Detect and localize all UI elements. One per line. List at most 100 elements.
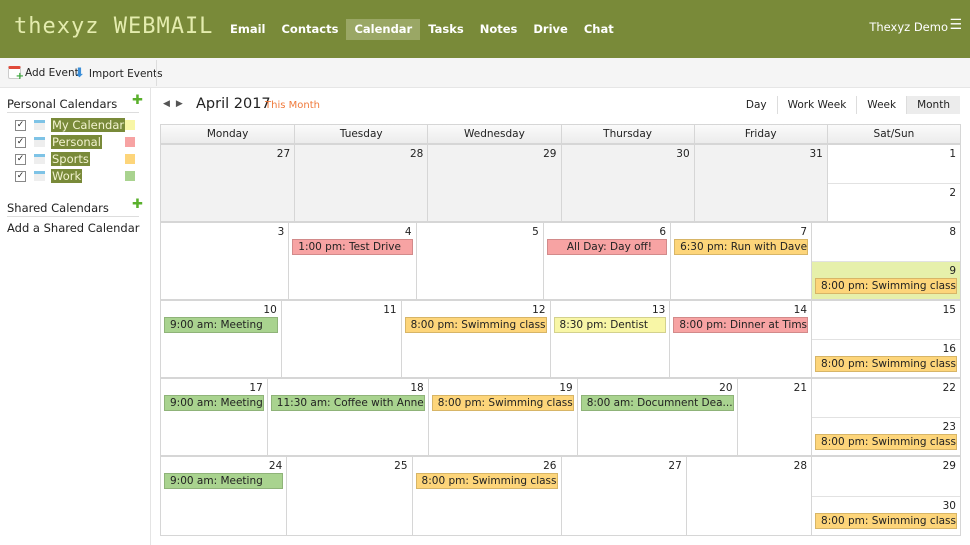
event[interactable]: 11:30 am: Coffee with Anne <box>270 395 425 411</box>
view-week[interactable]: Week <box>856 96 906 114</box>
day-cell[interactable]: 11 <box>280 301 401 377</box>
day-number: 16 <box>942 342 956 355</box>
day-cell[interactable]: 27 <box>161 145 295 221</box>
day-cell[interactable]: 23 8:00 pm: Swimming class <box>812 418 960 456</box>
calendar-label[interactable]: Sports <box>51 152 90 166</box>
day-number: 2 <box>949 186 956 199</box>
day-cell[interactable]: 8 <box>812 223 960 262</box>
event[interactable]: 8:00 am: Documnent Dea... <box>580 395 734 411</box>
day-cell[interactable]: 22 <box>812 379 960 418</box>
event[interactable]: 8:30 pm: Dentist <box>553 317 667 333</box>
day-cell[interactable]: 1 <box>827 145 960 184</box>
view-day[interactable]: Day <box>736 96 777 114</box>
event[interactable]: 8:00 pm: Dinner at Tims <box>673 317 809 333</box>
day-number: 7 <box>800 226 808 238</box>
event[interactable]: 8:00 pm: Swimming class <box>815 433 957 450</box>
day-number: 18 <box>410 382 424 394</box>
day-cell[interactable]: 25 <box>286 457 411 535</box>
day-cell[interactable]: 10 9:00 am: Meeting <box>161 301 281 377</box>
day-cell[interactable]: 29 <box>427 145 561 221</box>
event[interactable]: 8:00 pm: Swimming class <box>815 277 957 294</box>
nav-notes[interactable]: Notes <box>472 19 526 40</box>
calendar-icon <box>34 171 45 181</box>
import-events-button[interactable]: ⬇ Import Events <box>74 66 163 81</box>
day-cell[interactable]: 3 <box>161 223 288 299</box>
day-cell[interactable]: 14 8:00 pm: Dinner at Tims <box>669 301 811 377</box>
checkbox[interactable]: ✓ <box>15 153 26 165</box>
day-cell[interactable]: 21 <box>736 379 812 455</box>
calendar-item[interactable]: ✓ Personal <box>15 134 135 150</box>
user-name[interactable]: Thexyz Demo <box>869 20 948 34</box>
calendar-label[interactable]: My Calendar <box>51 118 126 132</box>
day-cell[interactable]: 31 <box>693 145 827 221</box>
this-month-link[interactable]: This Month <box>265 100 320 111</box>
nav-chat[interactable]: Chat <box>576 19 622 40</box>
calendar-item[interactable]: ✓ Sports <box>15 151 135 167</box>
event[interactable]: 1:00 pm: Test Drive <box>292 239 413 255</box>
add-shared-calendar-link[interactable]: Add a Shared Calendar <box>7 221 139 235</box>
add-calendar-plus-icon[interactable]: ✚ <box>132 93 143 108</box>
day-number: 3 <box>277 226 285 238</box>
logo[interactable]: thexyz WEBMAIL <box>14 14 213 39</box>
day-cell[interactable]: 28 <box>685 457 811 535</box>
day-cell[interactable]: 24 9:00 am: Meeting <box>161 457 286 535</box>
prev-month-icon[interactable]: ◀ <box>163 99 176 109</box>
checkbox[interactable]: ✓ <box>15 119 26 131</box>
checkbox[interactable]: ✓ <box>15 170 26 182</box>
color-swatch[interactable] <box>125 120 135 130</box>
day-cell[interactable]: 27 <box>560 457 686 535</box>
event[interactable]: 8:00 pm: Swimming class <box>431 395 574 411</box>
nav-tasks[interactable]: Tasks <box>420 19 471 40</box>
day-cell[interactable]: 16 8:00 pm: Swimming class <box>812 340 960 378</box>
event[interactable]: 9:00 am: Meeting <box>164 317 278 333</box>
day-cell[interactable]: 28 <box>294 145 428 221</box>
day-cell[interactable]: 15 <box>812 301 960 340</box>
day-cell[interactable]: 18 11:30 am: Coffee with Anne <box>266 379 428 455</box>
calendar-item[interactable]: ✓ My Calendar <box>15 117 135 133</box>
color-swatch[interactable] <box>125 154 135 164</box>
add-shared-plus-icon[interactable]: ✚ <box>132 197 143 212</box>
day-cell[interactable]: 20 8:00 am: Documnent Dea... <box>576 379 737 455</box>
event[interactable]: 9:00 am: Meeting <box>164 473 284 489</box>
nav-email[interactable]: Email <box>222 19 273 40</box>
event[interactable]: All Day: Day off! <box>546 239 668 255</box>
event[interactable]: 8:00 pm: Swimming class <box>404 317 547 333</box>
day-cell[interactable]: 2 <box>828 184 960 222</box>
next-month-icon[interactable]: ▶ <box>176 99 189 109</box>
day-cell[interactable]: 26 8:00 pm: Swimming class <box>411 457 561 535</box>
day-cell[interactable]: 7 6:30 pm: Run with Dave <box>670 223 811 299</box>
calendar-label[interactable]: Personal <box>51 135 102 149</box>
nav-arrows: ◀▶ <box>163 99 189 109</box>
event[interactable]: 8:00 pm: Swimming class <box>415 473 558 489</box>
add-event-button[interactable]: + Add Event <box>8 66 79 82</box>
color-swatch[interactable] <box>125 171 135 181</box>
calendar-item[interactable]: ✓ Work <box>15 168 135 184</box>
event[interactable]: 8:00 pm: Swimming class <box>815 512 957 529</box>
day-cell[interactable]: 30 8:00 pm: Swimming class <box>812 497 960 536</box>
week-row: 3 4 1:00 pm: Test Drive 5 6 All Day: Day off!… <box>161 223 960 301</box>
day-cell[interactable]: 13 8:30 pm: Dentist <box>549 301 670 377</box>
day-number: 9 <box>949 264 956 277</box>
day-cell[interactable]: 6 All Day: Day off! <box>542 223 670 299</box>
day-cell[interactable]: 29 <box>812 457 960 497</box>
checkbox[interactable]: ✓ <box>15 136 26 148</box>
event[interactable]: 8:00 pm: Swimming class <box>815 355 957 372</box>
nav-contacts[interactable]: Contacts <box>273 19 346 40</box>
event[interactable]: 6:30 pm: Run with Dave <box>674 239 809 255</box>
nav-drive[interactable]: Drive <box>525 19 575 40</box>
day-number: 8 <box>949 226 956 238</box>
day-cell[interactable]: 19 8:00 pm: Swimming class <box>427 379 577 455</box>
view-work-week[interactable]: Work Week <box>776 96 857 114</box>
day-cell[interactable]: 17 9:00 am: Meeting <box>161 379 267 455</box>
day-cell[interactable]: 4 1:00 pm: Test Drive <box>288 223 415 299</box>
calendar-label[interactable]: Work <box>51 169 83 183</box>
color-swatch[interactable] <box>125 137 135 147</box>
event[interactable]: 9:00 am: Meeting <box>164 395 264 411</box>
nav-calendar[interactable]: Calendar <box>346 19 421 40</box>
view-month[interactable]: Month <box>906 96 960 114</box>
day-cell[interactable]: 5 <box>415 223 543 299</box>
day-cell[interactable]: 9 8:00 pm: Swimming class <box>812 261 960 299</box>
day-cell[interactable]: 30 <box>560 145 694 221</box>
day-cell[interactable]: 12 8:00 pm: Swimming class <box>400 301 550 377</box>
hamburger-menu-icon[interactable]: ☰ <box>949 17 962 33</box>
